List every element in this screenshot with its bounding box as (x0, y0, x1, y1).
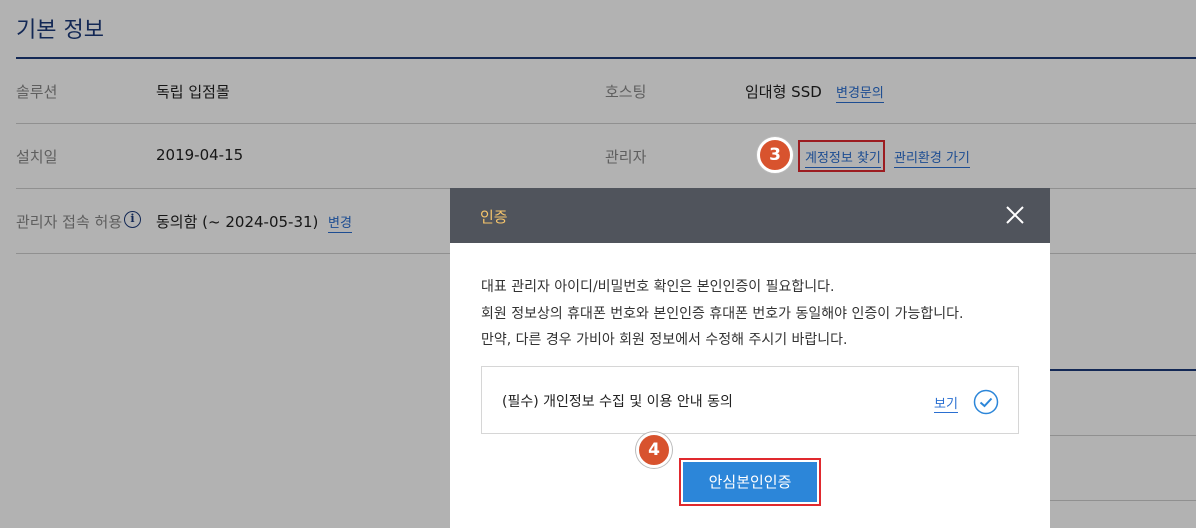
step-3-badge: 3 (757, 137, 793, 173)
safe-identity-verification-button[interactable]: 안심본인인증 (683, 462, 817, 502)
check-circle-icon[interactable] (973, 389, 999, 415)
modal-description-line: 회원 정보상의 휴대폰 번호와 본인인증 휴대폰 번호가 동일해야 인증이 가능… (481, 306, 964, 322)
modal-description-line: 만약, 다른 경우 가비아 회원 정보에서 수정해 주시기 바랍니다. (481, 332, 848, 348)
auth-modal: 인증 대표 관리자 아이디/비밀번호 확인은 본인인증이 필요합니다. 회원 정… (450, 188, 1050, 528)
modal-title: 인증 (480, 208, 508, 226)
modal-header: 인증 (450, 188, 1050, 243)
modal-description-line: 대표 관리자 아이디/비밀번호 확인은 본인인증이 필요합니다. (481, 279, 835, 295)
close-icon[interactable] (1002, 202, 1028, 228)
consent-text: (필수) 개인정보 수집 및 이용 안내 동의 (502, 394, 733, 410)
consent-view-link[interactable]: 보기 (934, 393, 958, 413)
step-4-badge: 4 (636, 432, 672, 468)
consent-row: (필수) 개인정보 수집 및 이용 안내 동의 보기 (481, 366, 1019, 434)
